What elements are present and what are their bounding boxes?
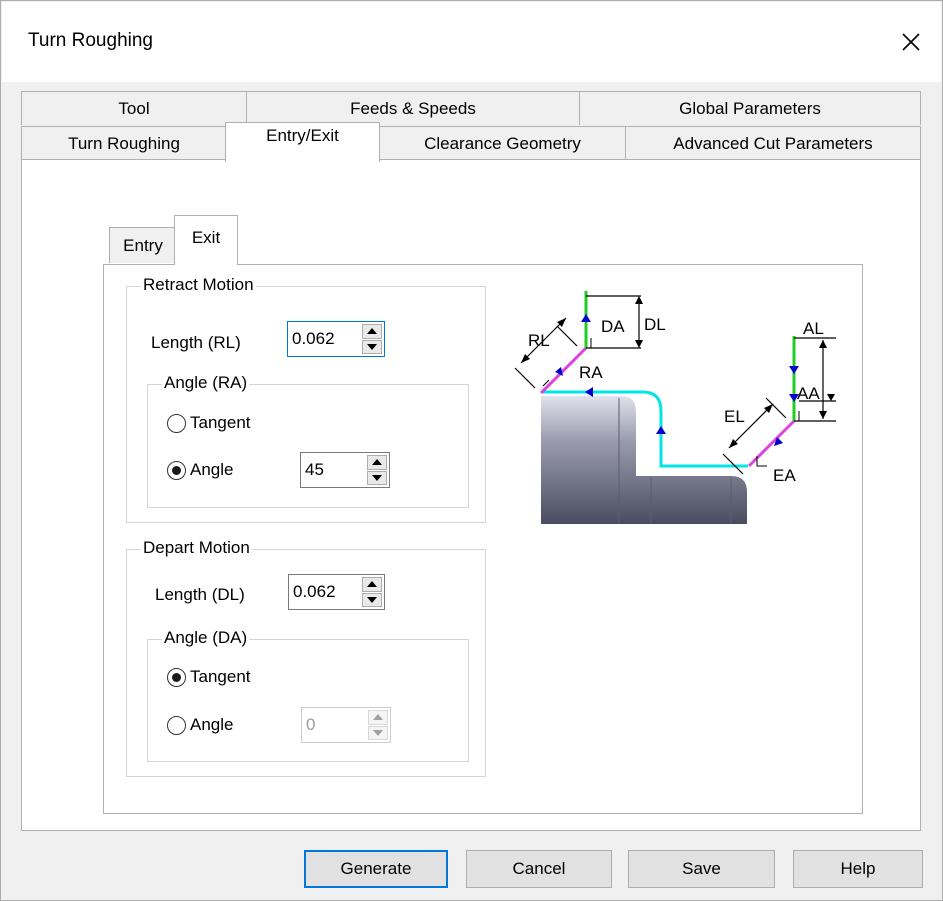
dialog-window: Turn Roughing Tool Feeds & Speeds Global…	[0, 0, 943, 901]
tab-tool[interactable]: Tool	[21, 91, 247, 125]
retract-tangent-radio[interactable]: Tangent	[167, 413, 251, 433]
help-button[interactable]: Help	[793, 850, 923, 888]
depart-tangent-radio[interactable]: Tangent	[167, 667, 251, 687]
exit-motion-diagram: RL RA DA DL AL AA EL EA	[514, 291, 836, 524]
retract-angle-legend: Angle (RA)	[162, 373, 250, 393]
ea-label: EA	[773, 466, 796, 485]
depart-motion-legend: Depart Motion	[141, 538, 252, 558]
depart-angle-label: Angle	[190, 715, 234, 734]
radio-circle-icon	[167, 715, 186, 735]
depart-length-stepper[interactable]: 0.062	[288, 574, 385, 610]
retract-angle-stepper[interactable]: 45	[300, 452, 390, 488]
tab-turn-roughing[interactable]: Turn Roughing	[21, 126, 227, 160]
al-label: AL	[803, 319, 824, 338]
tab-row-top: Tool Feeds & Speeds Global Parameters	[21, 91, 921, 125]
tab-feeds-speeds[interactable]: Feeds & Speeds	[246, 91, 580, 125]
title-bar: Turn Roughing	[2, 2, 941, 82]
radio-selected-icon	[167, 667, 186, 687]
path-arrow-icon	[585, 387, 593, 397]
spin-down-button[interactable]	[362, 339, 382, 354]
triangle-up-icon	[367, 328, 377, 335]
retract-angle-radio[interactable]: Angle	[167, 460, 233, 480]
depart-angle-stepper: 0	[301, 707, 391, 743]
aa-label: AA	[797, 384, 820, 403]
el-label: EL	[724, 407, 745, 426]
depart-arrow-icon	[581, 314, 591, 322]
spin-down-button[interactable]	[367, 470, 387, 485]
depart-length-value[interactable]: 0.062	[289, 575, 362, 609]
tab-row-bottom: Turn Roughing Entry/Exit Clearance Geome…	[21, 122, 921, 162]
depart-angle-radio[interactable]: Angle	[167, 715, 233, 735]
retract-length-value[interactable]: 0.062	[288, 322, 362, 356]
spin-down-button	[368, 725, 388, 740]
cancel-button[interactable]: Cancel	[466, 850, 612, 888]
tab-exit[interactable]: Exit	[174, 215, 238, 265]
depart-length-label: Length (DL)	[155, 585, 245, 604]
dl-label: DL	[644, 315, 666, 334]
spin-up-button[interactable]	[362, 577, 382, 592]
retract-angle-value[interactable]: 45	[301, 453, 367, 487]
workpiece-shape	[541, 396, 747, 524]
close-button[interactable]	[881, 2, 941, 82]
tab-global-parameters[interactable]: Global Parameters	[579, 91, 921, 125]
triangle-down-icon	[367, 343, 377, 350]
approach-arrow-icon	[789, 366, 799, 374]
tab-entry[interactable]: Entry	[109, 227, 177, 263]
save-button[interactable]: Save	[628, 850, 775, 888]
retract-length-stepper[interactable]: 0.062	[287, 321, 385, 357]
generate-button[interactable]: Generate	[304, 850, 448, 888]
spin-down-button[interactable]	[362, 592, 382, 607]
da-label: DA	[601, 317, 625, 336]
close-icon	[902, 33, 920, 51]
triangle-down-icon	[367, 596, 377, 603]
retract-motion-legend: Retract Motion	[141, 275, 256, 295]
triangle-up-icon	[373, 714, 383, 721]
retract-angle-group: Angle (RA)	[147, 373, 469, 508]
entry-line	[747, 419, 796, 468]
retract-length-label: Length (RL)	[151, 333, 241, 352]
rl-label: RL	[528, 331, 550, 350]
tab-clearance-geometry[interactable]: Clearance Geometry	[379, 126, 626, 160]
path-arrow-icon	[656, 426, 666, 434]
depart-angle-group: Angle (DA)	[147, 628, 469, 762]
depart-angle-value: 0	[306, 715, 316, 734]
retract-tangent-label: Tangent	[190, 413, 251, 432]
retract-angle-label: Angle	[190, 460, 234, 479]
ra-label: RA	[579, 363, 603, 382]
tab-advanced-cut-parameters[interactable]: Advanced Cut Parameters	[625, 126, 921, 160]
window-title: Turn Roughing	[28, 30, 153, 51]
spin-up-button[interactable]	[367, 455, 387, 470]
depart-angle-legend: Angle (DA)	[162, 628, 250, 648]
tab-entry-exit[interactable]: Entry/Exit	[225, 122, 380, 162]
triangle-up-icon	[372, 459, 382, 466]
radio-circle-icon	[167, 413, 186, 433]
depart-tangent-label: Tangent	[190, 667, 251, 686]
radio-selected-icon	[167, 460, 186, 480]
spin-up-button	[368, 710, 388, 725]
spin-up-button[interactable]	[362, 324, 382, 339]
triangle-down-icon	[372, 474, 382, 481]
triangle-down-icon	[373, 729, 383, 736]
triangle-up-icon	[367, 581, 377, 588]
